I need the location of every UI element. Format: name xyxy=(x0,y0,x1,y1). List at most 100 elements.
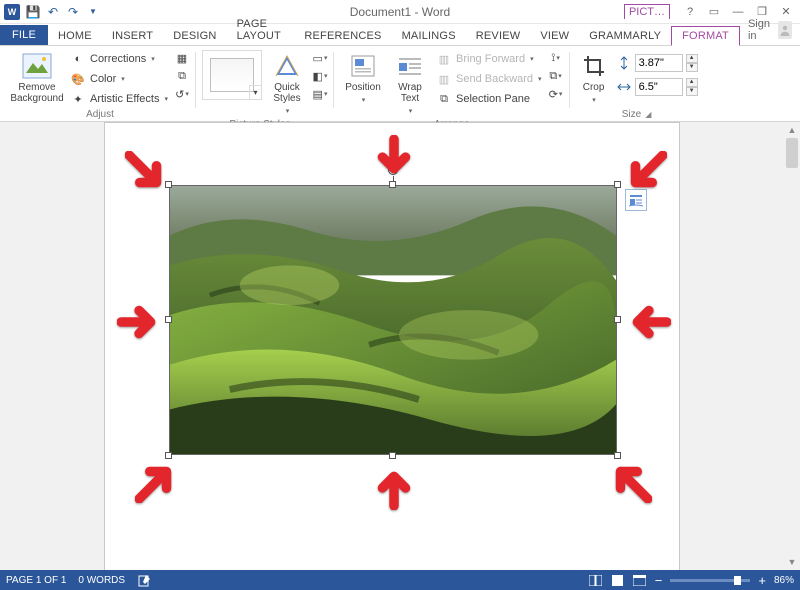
tab-view[interactable]: VIEW xyxy=(530,27,579,45)
height-spinner[interactable]: ▲▼ xyxy=(686,54,698,72)
user-avatar-icon xyxy=(778,21,792,39)
picture-border-icon[interactable]: ▭▾ xyxy=(312,50,328,66)
ribbon-display-options-button[interactable]: ▭ xyxy=(704,4,724,20)
remove-background-icon xyxy=(21,52,53,80)
page-canvas[interactable] xyxy=(104,122,680,570)
resize-handle-middle-right[interactable] xyxy=(614,316,621,323)
zoom-slider[interactable] xyxy=(670,579,750,582)
redo-icon[interactable]: ↷ xyxy=(66,5,80,19)
word-app-icon: W xyxy=(4,4,20,20)
page-indicator[interactable]: PAGE 1 OF 1 xyxy=(6,575,66,586)
annotation-arrow-icon xyxy=(373,468,415,510)
ribbon-tabs: FILE HOME INSERT DESIGN PAGE LAYOUT REFE… xyxy=(0,24,800,46)
position-icon xyxy=(347,52,379,80)
tab-page-layout[interactable]: PAGE LAYOUT xyxy=(227,15,295,45)
tab-home[interactable]: HOME xyxy=(48,27,102,45)
quick-styles-icon xyxy=(271,52,303,80)
tab-references[interactable]: REFERENCES xyxy=(294,27,391,45)
shape-height-input[interactable] xyxy=(635,54,683,72)
resize-handle-top-right[interactable] xyxy=(614,181,621,188)
word-count[interactable]: 0 WORDS xyxy=(78,575,125,586)
shape-width-input[interactable] xyxy=(635,78,683,96)
position-button[interactable]: Position▾ xyxy=(340,50,386,108)
group-objects-icon[interactable]: ⧉▾ xyxy=(548,68,564,84)
corrections-button[interactable]: ◐ Corrections▾ xyxy=(68,50,170,68)
layout-options-button[interactable] xyxy=(625,189,647,211)
width-spinner[interactable]: ▲▼ xyxy=(686,78,698,96)
scroll-down-icon[interactable]: ▼ xyxy=(784,554,800,570)
tab-format[interactable]: FORMAT xyxy=(671,26,740,46)
read-mode-icon[interactable] xyxy=(589,573,603,587)
annotation-arrow-icon xyxy=(629,301,671,343)
scroll-thumb[interactable] xyxy=(786,138,798,168)
crop-button[interactable]: Crop▾ xyxy=(576,50,612,108)
save-icon[interactable]: 💾 xyxy=(26,5,40,19)
rotate-handle[interactable] xyxy=(388,165,398,175)
zoom-out-button[interactable]: − xyxy=(655,573,663,588)
annotation-arrow-icon xyxy=(135,461,177,503)
resize-handle-top-left[interactable] xyxy=(165,181,172,188)
group-picture-styles: ▾ Quick Styles▾ ▭▾ ◧▾ ▤▾ Picture Styles … xyxy=(196,48,334,122)
color-button[interactable]: 🎨 Color▾ xyxy=(68,70,170,88)
resize-handle-middle-left[interactable] xyxy=(165,316,172,323)
tab-file[interactable]: FILE xyxy=(0,25,48,45)
color-icon: 🎨 xyxy=(70,71,86,87)
resize-handle-bottom-center[interactable] xyxy=(389,452,396,459)
document-area: ▲ ▼ xyxy=(0,122,800,570)
zoom-level[interactable]: 86% xyxy=(774,575,794,586)
bring-forward-icon: ▥ xyxy=(436,51,452,67)
resize-handle-top-center[interactable] xyxy=(389,181,396,188)
artistic-effects-button[interactable]: ✦ Artistic Effects▾ xyxy=(68,90,170,108)
group-arrange: Position▾ Wrap Text▾ ▥ Bring Forward▾ ▥ … xyxy=(334,48,570,122)
sign-in-button[interactable]: Sign in xyxy=(740,15,800,45)
annotation-arrow-icon xyxy=(625,151,667,193)
scroll-up-icon[interactable]: ▲ xyxy=(784,122,800,138)
group-adjust: Remove Background ◐ Corrections▾ 🎨 Color… xyxy=(4,48,196,122)
size-launcher-icon[interactable]: ◢ xyxy=(645,110,651,119)
wrap-text-icon xyxy=(394,52,426,80)
annotation-arrow-icon xyxy=(610,461,652,503)
picture-styles-gallery[interactable]: ▾ xyxy=(202,50,262,100)
undo-icon[interactable]: ↶ xyxy=(46,5,60,19)
quick-styles-button[interactable]: Quick Styles▾ xyxy=(266,50,308,119)
tab-grammarly[interactable]: GRAMMARLY xyxy=(579,27,671,45)
spelling-status-icon[interactable] xyxy=(137,573,151,587)
print-layout-icon[interactable] xyxy=(611,573,625,587)
rotate-icon[interactable]: ⟳▾ xyxy=(548,86,564,102)
remove-background-button[interactable]: Remove Background xyxy=(10,50,64,106)
help-button[interactable]: ? xyxy=(680,4,700,20)
send-backward-icon: ▥ xyxy=(436,71,452,87)
style-thumb-icon xyxy=(210,58,254,92)
group-adjust-label: Adjust xyxy=(86,109,114,120)
align-icon[interactable]: ⟟▾ xyxy=(548,50,564,66)
zoom-in-button[interactable]: + xyxy=(758,573,766,588)
resize-handle-bottom-left[interactable] xyxy=(165,452,172,459)
artistic-effects-icon: ✦ xyxy=(70,91,86,107)
height-icon xyxy=(616,55,632,71)
tab-insert[interactable]: INSERT xyxy=(102,27,163,45)
selected-picture[interactable] xyxy=(169,185,617,455)
selection-pane-icon: ⧉ xyxy=(436,91,452,107)
tab-design[interactable]: DESIGN xyxy=(163,27,226,45)
sign-in-label: Sign in xyxy=(748,18,774,42)
resize-handle-bottom-right[interactable] xyxy=(614,452,621,459)
tab-review[interactable]: REVIEW xyxy=(466,27,531,45)
qat-customize-icon[interactable]: ▼ xyxy=(86,5,100,19)
web-layout-icon[interactable] xyxy=(633,573,647,587)
change-picture-icon[interactable]: ⧉ xyxy=(174,68,190,84)
reset-picture-icon[interactable]: ↺▾ xyxy=(174,86,190,102)
selection-pane-button[interactable]: ⧉ Selection Pane xyxy=(434,90,544,108)
crop-icon xyxy=(578,52,610,80)
remove-background-label: Remove Background xyxy=(10,82,63,104)
picture-effects-icon[interactable]: ◧▾ xyxy=(312,68,328,84)
gallery-more-icon[interactable]: ▾ xyxy=(249,85,261,99)
wrap-text-button[interactable]: Wrap Text▾ xyxy=(390,50,430,119)
compress-pictures-icon[interactable]: ▦ xyxy=(174,50,190,66)
bring-forward-button[interactable]: ▥ Bring Forward▾ xyxy=(434,50,544,68)
quick-access-toolbar: W 💾 ↶ ↷ ▼ xyxy=(0,4,100,20)
send-backward-button[interactable]: ▥ Send Backward▾ xyxy=(434,70,544,88)
tab-mailings[interactable]: MAILINGS xyxy=(392,27,466,45)
vertical-scrollbar[interactable]: ▲ ▼ xyxy=(784,122,800,570)
picture-layout-icon[interactable]: ▤▾ xyxy=(312,86,328,102)
corrections-icon: ◐ xyxy=(70,51,86,67)
